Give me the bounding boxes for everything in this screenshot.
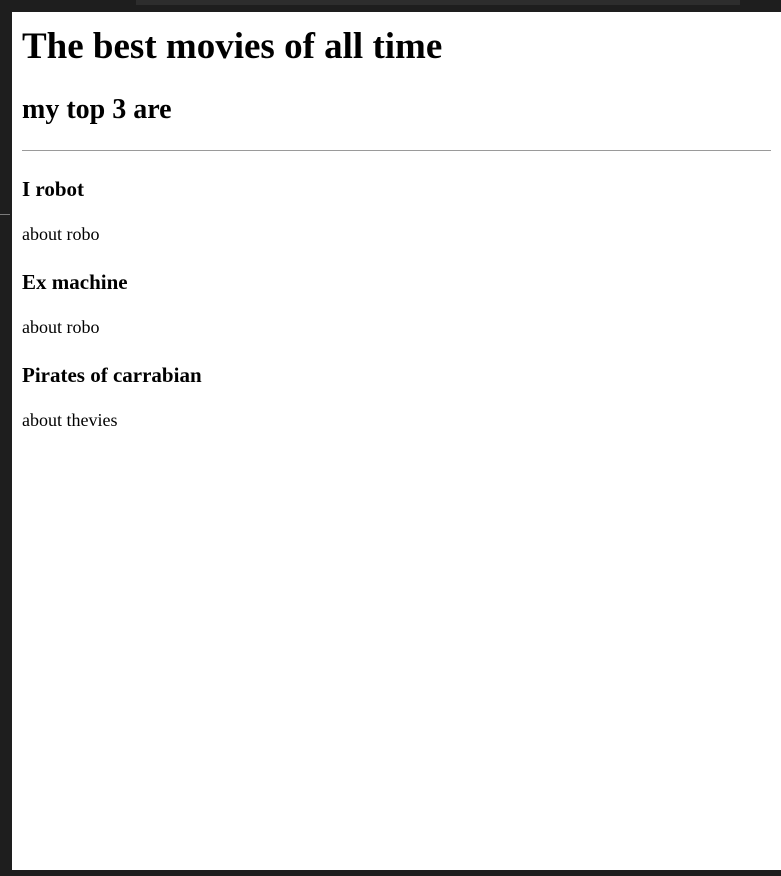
page-title: The best movies of all time <box>22 26 443 67</box>
movie-title: I robot <box>22 177 85 201</box>
movie-entry: Pirates of carrabian about thevies <box>22 362 771 431</box>
divider <box>22 150 771 151</box>
movie-description: about robo <box>22 317 100 337</box>
movie-title: Pirates of carrabian <box>22 363 202 387</box>
editor-tab-strip <box>136 0 740 5</box>
movie-entry: Ex machine about robo <box>22 269 771 338</box>
page-subtitle: my top 3 are <box>22 94 172 125</box>
movie-description: about thevies <box>22 410 118 430</box>
movie-entry: I robot about robo <box>22 176 771 245</box>
editor-bottom-border <box>12 870 781 876</box>
page-content: The best movies of all time my top 3 are… <box>22 12 771 431</box>
movie-description: about robo <box>22 224 100 244</box>
movie-title: Ex machine <box>22 270 128 294</box>
editor-left-gutter <box>0 12 12 876</box>
editor-top-bar <box>0 0 781 12</box>
gutter-marker <box>0 214 10 215</box>
html-preview-pane: The best movies of all time my top 3 are… <box>12 12 781 870</box>
